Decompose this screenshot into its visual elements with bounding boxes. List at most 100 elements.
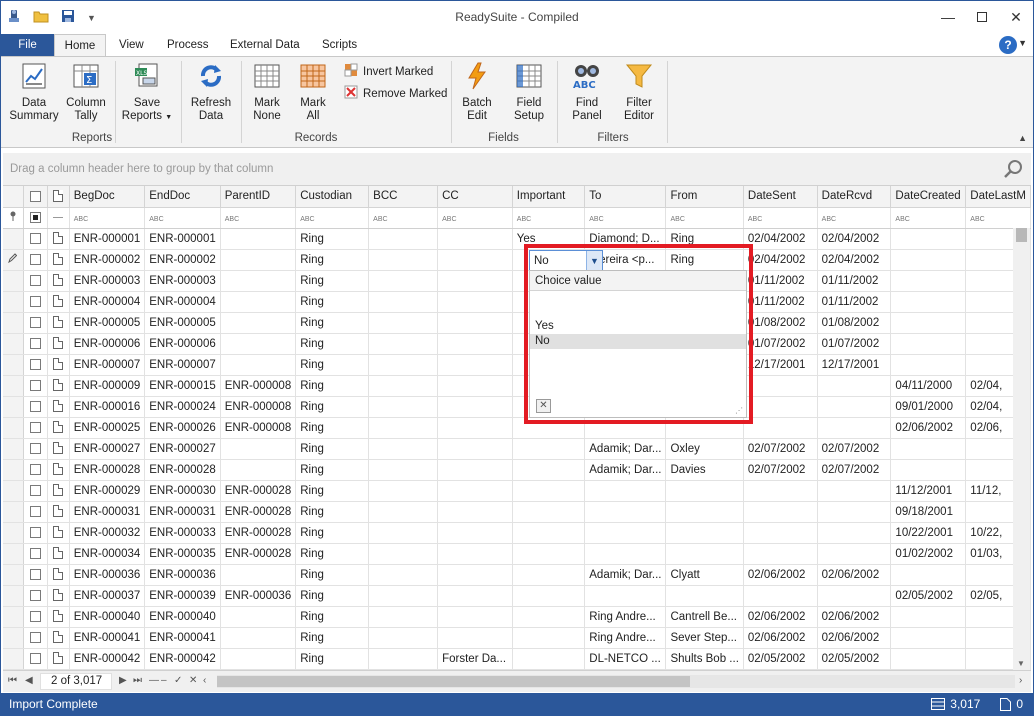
cell-datecreated[interactable] <box>890 291 967 313</box>
scroll-down-icon[interactable]: ▼ <box>1017 659 1025 668</box>
row-checkbox[interactable] <box>29 253 41 265</box>
row-doc-cell[interactable] <box>47 228 70 250</box>
cell-begdoc[interactable]: ENR-000041 <box>69 627 146 649</box>
record-position[interactable]: 2 of 3,017 <box>40 673 112 690</box>
cell-important[interactable] <box>512 543 586 565</box>
cell-begdoc[interactable]: ENR-000029 <box>69 480 146 502</box>
row-checkbox[interactable] <box>29 232 41 244</box>
filter-cell-parentid[interactable]: ABC <box>220 207 297 229</box>
cell-enddoc[interactable]: ENR-000040 <box>144 606 221 628</box>
cell-bcc[interactable] <box>368 249 439 271</box>
cell-important[interactable] <box>512 480 586 502</box>
cell-from[interactable]: Sever Step... <box>665 627 744 649</box>
cell-enddoc[interactable]: ENR-000031 <box>144 501 221 523</box>
cell-enddoc[interactable]: ENR-000024 <box>144 396 221 418</box>
cell-custodian[interactable]: Ring <box>295 459 370 481</box>
first-record-icon[interactable]: ⏮ <box>8 675 17 686</box>
prev-record-icon[interactable]: ◀ <box>25 675 33 686</box>
cell-bcc[interactable] <box>368 354 439 376</box>
cell-enddoc[interactable]: ENR-000035 <box>144 543 221 565</box>
column-header-datercvd[interactable]: DateRcvd <box>817 186 892 208</box>
row-doc-cell[interactable] <box>47 417 70 439</box>
row-doc-cell[interactable] <box>47 585 70 607</box>
cell-to[interactable]: DL-NETCO ... <box>584 648 667 670</box>
cell-bcc[interactable] <box>368 291 439 313</box>
table-row[interactable]: ENR-000029 ENR-000030 ENR-000028 Ring 11/12/… <box>3 480 1031 502</box>
cell-bcc[interactable] <box>368 585 439 607</box>
cell-custodian[interactable]: Ring <box>295 249 370 271</box>
minimize-icon[interactable]: — <box>931 1 965 33</box>
cell-enddoc[interactable]: ENR-000006 <box>144 333 221 355</box>
table-row[interactable]: ENR-000037 ENR-000039 ENR-000036 Ring 02/05/… <box>3 585 1031 607</box>
cell-datecreated[interactable] <box>890 606 967 628</box>
cell-bcc[interactable] <box>368 270 439 292</box>
filter-editor-button[interactable]: Filter Editor <box>617 61 661 123</box>
cell-to[interactable]: Ring Andre... <box>584 606 667 628</box>
row-doc-cell[interactable] <box>47 438 70 460</box>
cell-cc[interactable] <box>437 291 513 313</box>
next-record-icon[interactable]: ▶ <box>119 675 127 686</box>
select-all-checkbox[interactable] <box>29 190 41 202</box>
cell-cc[interactable] <box>437 543 513 565</box>
table-row[interactable]: ENR-000004 ENR-000004 Ring 01/11/2002 01/11/… <box>3 291 1031 313</box>
row-checkbox-cell[interactable] <box>23 606 48 628</box>
cell-begdoc[interactable]: ENR-000037 <box>69 585 146 607</box>
cell-begdoc[interactable]: ENR-000004 <box>69 291 146 313</box>
cell-parentid[interactable] <box>220 459 297 481</box>
delete-record-icon[interactable]: – <box>161 675 167 686</box>
find-panel-button[interactable]: ABC Find Panel <box>565 61 609 123</box>
cell-custodian[interactable]: Ring <box>295 480 370 502</box>
tab-file[interactable]: File <box>1 34 54 56</box>
cell-datecreated[interactable] <box>890 228 967 250</box>
cell-begdoc[interactable]: ENR-000034 <box>69 543 146 565</box>
row-doc-cell[interactable] <box>47 627 70 649</box>
cell-datecreated[interactable]: 01/02/2002 <box>890 543 967 565</box>
cell-datesent[interactable] <box>743 417 818 439</box>
cell-datesent[interactable]: 12/17/2001 <box>743 354 818 376</box>
column-header-datelastm[interactable]: DateLastM <box>965 186 1031 208</box>
table-row[interactable]: ENR-000003 ENR-000003 Ring 01/11/2002 01/11/… <box>3 270 1031 292</box>
table-row[interactable]: ENR-000041 ENR-000041 Ring Ring Andre... Sev… <box>3 627 1031 649</box>
cell-datercvd[interactable]: 02/06/2002 <box>817 627 892 649</box>
save-record-icon[interactable]: ✓ <box>174 675 182 686</box>
column-header-bcc[interactable]: BCC <box>368 186 439 208</box>
invert-marked-button[interactable]: Invert Marked <box>344 63 433 80</box>
row-checkbox[interactable] <box>29 400 41 412</box>
row-checkbox[interactable] <box>29 295 41 307</box>
cell-begdoc[interactable]: ENR-000016 <box>69 396 146 418</box>
row-checkbox[interactable] <box>29 652 41 664</box>
cell-datercvd[interactable]: 01/07/2002 <box>817 333 892 355</box>
cell-datesent[interactable]: 02/04/2002 <box>743 228 818 250</box>
cell-enddoc[interactable]: ENR-000001 <box>144 228 221 250</box>
row-checkbox[interactable] <box>29 547 41 559</box>
tab-scripts[interactable]: Scripts <box>312 34 367 56</box>
cell-bcc[interactable] <box>368 522 439 544</box>
row-checkbox[interactable] <box>29 484 41 496</box>
cell-enddoc[interactable]: ENR-000039 <box>144 585 221 607</box>
cell-cc[interactable] <box>437 396 513 418</box>
row-checkbox[interactable] <box>29 358 41 370</box>
cell-datecreated[interactable] <box>890 648 967 670</box>
cell-begdoc[interactable]: ENR-000028 <box>69 459 146 481</box>
cell-begdoc[interactable]: ENR-000042 <box>69 648 146 670</box>
cell-datercvd[interactable] <box>817 522 892 544</box>
cell-from[interactable] <box>665 585 744 607</box>
filter-cell-enddoc[interactable]: ABC <box>144 207 221 229</box>
row-doc-cell[interactable] <box>47 606 70 628</box>
cell-important[interactable] <box>512 648 586 670</box>
row-checkbox-cell[interactable] <box>23 522 48 544</box>
cell-enddoc[interactable]: ENR-000007 <box>144 354 221 376</box>
cell-datecreated[interactable]: 09/18/2001 <box>890 501 967 523</box>
cell-datesent[interactable] <box>743 396 818 418</box>
row-checkbox-cell[interactable] <box>23 627 48 649</box>
cell-enddoc[interactable]: ENR-000002 <box>144 249 221 271</box>
cell-bcc[interactable] <box>368 333 439 355</box>
collapse-ribbon-icon[interactable]: ▲ <box>1018 133 1027 143</box>
cell-custodian[interactable]: Ring <box>295 501 370 523</box>
search-icon[interactable] <box>1003 159 1023 182</box>
cell-custodian[interactable]: Ring <box>295 627 370 649</box>
cell-datesent[interactable] <box>743 375 818 397</box>
filter-cell-begdoc[interactable]: ABC <box>69 207 146 229</box>
cell-datercvd[interactable]: 02/07/2002 <box>817 438 892 460</box>
column-header-datesent[interactable]: DateSent <box>743 186 818 208</box>
